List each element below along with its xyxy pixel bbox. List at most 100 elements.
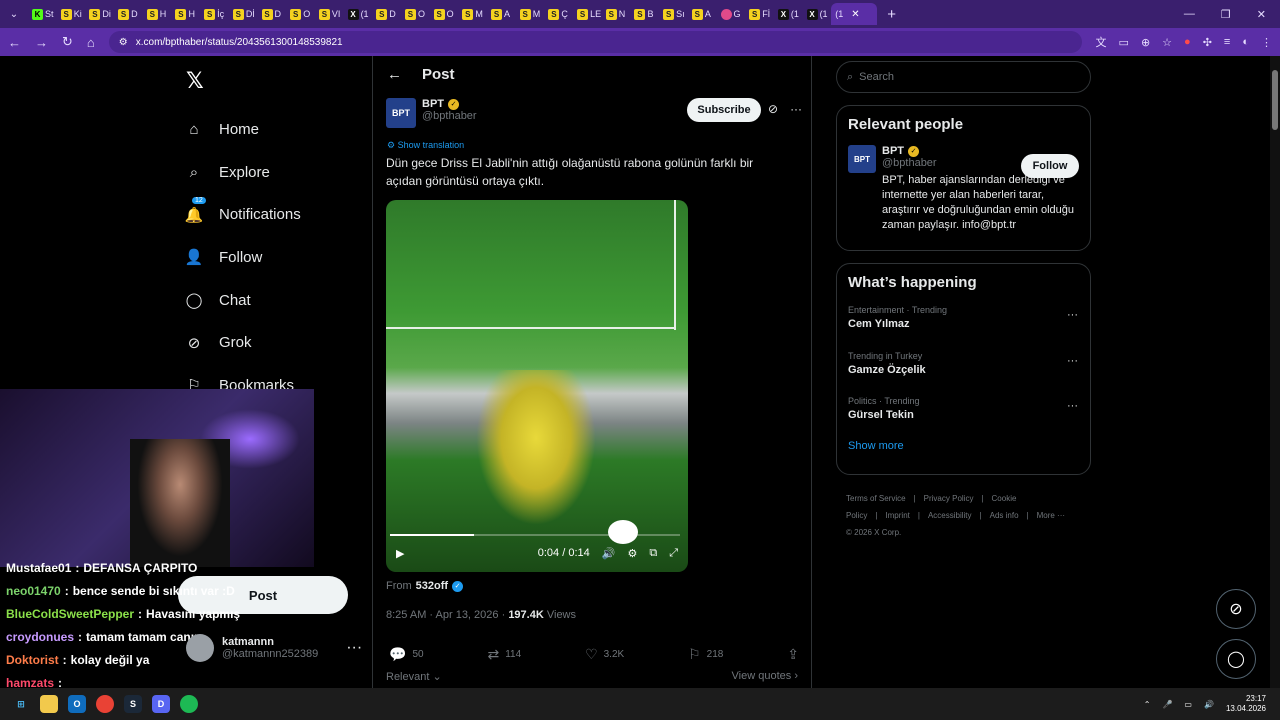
more-icon[interactable]: ···: [790, 102, 802, 116]
grok-icon[interactable]: ⊘: [768, 102, 778, 116]
browser-tab[interactable]: SM: [458, 3, 487, 25]
settings-icon[interactable]: ⚙: [627, 547, 637, 560]
grok-fab-icon[interactable]: ⊘: [1216, 589, 1256, 629]
more-icon[interactable]: ···: [1067, 355, 1078, 367]
forward-icon[interactable]: →: [35, 35, 48, 50]
url-field[interactable]: ⚙ x.com/bpthaber/status/2043561300148539…: [108, 31, 1082, 53]
browser-menu-icon[interactable]: ⋮: [1261, 36, 1272, 49]
more-icon[interactable]: ···: [346, 639, 362, 657]
browser-tab[interactable]: SH: [171, 3, 200, 25]
from-account-link[interactable]: 532off: [416, 580, 448, 592]
relevant-dropdown[interactable]: Relevant ⌄: [386, 670, 442, 683]
reply-button[interactable]: 💬 50: [389, 646, 424, 663]
chrome-icon[interactable]: [96, 695, 114, 713]
browser-tab[interactable]: SD: [114, 3, 143, 25]
footer-link[interactable]: Privacy Policy: [924, 494, 974, 503]
subscribe-button[interactable]: Subscribe: [687, 98, 761, 122]
sidebar-item-home[interactable]: ⌂ Home: [184, 108, 301, 151]
browser-tab[interactable]: SD: [372, 3, 401, 25]
browser-tab[interactable]: S Ki: [57, 3, 86, 25]
trend-item[interactable]: Trending in Turkey Gamze Özçelik ···: [837, 349, 1090, 395]
trend-item[interactable]: Entertainment · Trending Cem Yılmaz ···: [837, 303, 1090, 349]
browser-tab[interactable]: SO: [430, 3, 459, 25]
close-tab-icon[interactable]: ✕: [851, 9, 859, 20]
browser-tab[interactable]: SH: [143, 3, 172, 25]
browser-tab[interactable]: S Dİ: [229, 3, 258, 25]
footer-link[interactable]: Ads info: [990, 511, 1019, 520]
clock[interactable]: 23:17 13.04.2026: [1226, 694, 1266, 714]
footer-link[interactable]: Accessibility: [928, 511, 972, 520]
messages-fab-icon[interactable]: ◯: [1216, 639, 1256, 679]
browser-tab[interactable]: S Di: [85, 3, 114, 25]
sidebar-item-chat[interactable]: ◯ Chat: [184, 279, 301, 322]
footer-link[interactable]: More ···: [1037, 511, 1065, 520]
post-author[interactable]: BPT BPT ✓ @bpthaber: [386, 98, 477, 128]
scrollbar-thumb[interactable]: [1272, 70, 1278, 130]
browser-tab[interactable]: SN: [602, 3, 631, 25]
like-button[interactable]: ♡ 3.2K: [585, 646, 624, 663]
minimize-icon[interactable]: —: [1184, 8, 1195, 21]
show-translation-link[interactable]: ⚙ Show translation: [387, 140, 464, 151]
volume-icon[interactable]: 🔊: [602, 547, 616, 560]
sidebar-item-notifications[interactable]: 🔔 Notifications 12: [184, 193, 301, 236]
bookmark-star-icon[interactable]: ☆: [1162, 36, 1172, 49]
account-switcher[interactable]: katmannn @katmannn252389 ···: [186, 634, 362, 662]
home-browser-icon[interactable]: ⌂: [87, 35, 95, 50]
post-timestamp[interactable]: 8:25 AM · Apr 13, 2026 ·: [386, 609, 505, 621]
video-player[interactable]: ▶ 0:04 / 0:14 🔊 ⚙ ⧉ ⤢: [386, 200, 688, 572]
fullscreen-icon[interactable]: ⤢: [669, 547, 678, 560]
spotify-icon[interactable]: [180, 695, 198, 713]
browser-tab[interactable]: S VI: [315, 3, 344, 25]
reading-list-icon[interactable]: ≡: [1224, 36, 1230, 48]
footer-link[interactable]: Imprint: [885, 511, 909, 520]
browser-tab[interactable]: S Sı: [659, 3, 688, 25]
browser-tab[interactable]: S İç: [200, 3, 229, 25]
outlook-icon[interactable]: O: [68, 695, 86, 713]
browser-tab[interactable]: SÇ: [544, 3, 573, 25]
browser-tab[interactable]: SA: [487, 3, 516, 25]
translate-icon[interactable]: 文: [1096, 34, 1107, 50]
site-info-icon[interactable]: ⚙: [119, 37, 128, 48]
sidebar-item-follow[interactable]: 👤 Follow: [184, 236, 301, 279]
new-tab-button[interactable]: +: [887, 6, 896, 23]
tray-overflow-icon[interactable]: ⌃: [1144, 700, 1151, 709]
pip-icon[interactable]: ⧉: [649, 547, 657, 560]
repost-button[interactable]: ⇄ 114: [487, 646, 521, 663]
restore-icon[interactable]: ❐: [1221, 8, 1231, 21]
reload-icon[interactable]: ↻: [62, 34, 73, 50]
browser-tab[interactable]: G: [717, 3, 746, 25]
browser-tab[interactable]: SO: [401, 3, 430, 25]
profile-avatar-icon[interactable]: ◐: [1242, 36, 1249, 48]
x-logo-icon[interactable]: 𝕏: [186, 68, 204, 94]
browser-tab[interactable]: X (1: [344, 3, 373, 25]
windows-start-icon[interactable]: ⊞: [12, 695, 30, 713]
sidebar-item-explore[interactable]: ⌕ Explore: [184, 151, 301, 194]
tab-active[interactable]: (1 ✕: [831, 3, 878, 25]
steam-icon[interactable]: S: [124, 695, 142, 713]
browser-tab[interactable]: SD: [258, 3, 287, 25]
browser-tab[interactable]: K St: [28, 3, 57, 25]
person-avatar[interactable]: BPT: [848, 145, 876, 173]
page-scrollbar[interactable]: [1270, 56, 1280, 688]
browser-tab[interactable]: S Fİ: [745, 3, 774, 25]
discord-icon[interactable]: D: [152, 695, 170, 713]
trend-item[interactable]: Politics · Trending Gürsel Tekin ···: [837, 394, 1090, 440]
browser-tab[interactable]: SO: [286, 3, 315, 25]
close-window-icon[interactable]: ✕: [1257, 8, 1266, 21]
play-icon[interactable]: ▶: [396, 547, 404, 560]
author-avatar[interactable]: BPT: [386, 98, 416, 128]
search-input[interactable]: ⌕ Search: [836, 61, 1091, 93]
browser-tab[interactable]: X (1: [774, 3, 803, 25]
network-icon[interactable]: ▭: [1184, 700, 1192, 709]
share-button[interactable]: ⇪: [787, 646, 799, 663]
follow-button[interactable]: Follow: [1021, 154, 1079, 178]
extensions-puzzle-icon[interactable]: ✣: [1203, 36, 1212, 49]
browser-tab[interactable]: SA: [688, 3, 717, 25]
browser-tab[interactable]: SB: [630, 3, 659, 25]
footer-link[interactable]: Terms of Service: [846, 494, 906, 503]
file-explorer-icon[interactable]: [40, 695, 58, 713]
relevant-person[interactable]: BPT BPT ✓ @bpthaber BPT, haber ajansları…: [837, 133, 1090, 241]
volume-tray-icon[interactable]: 🔊: [1204, 700, 1214, 709]
more-icon[interactable]: ···: [1067, 400, 1078, 412]
sidebar-item-grok[interactable]: ⊘ Grok: [184, 321, 301, 364]
